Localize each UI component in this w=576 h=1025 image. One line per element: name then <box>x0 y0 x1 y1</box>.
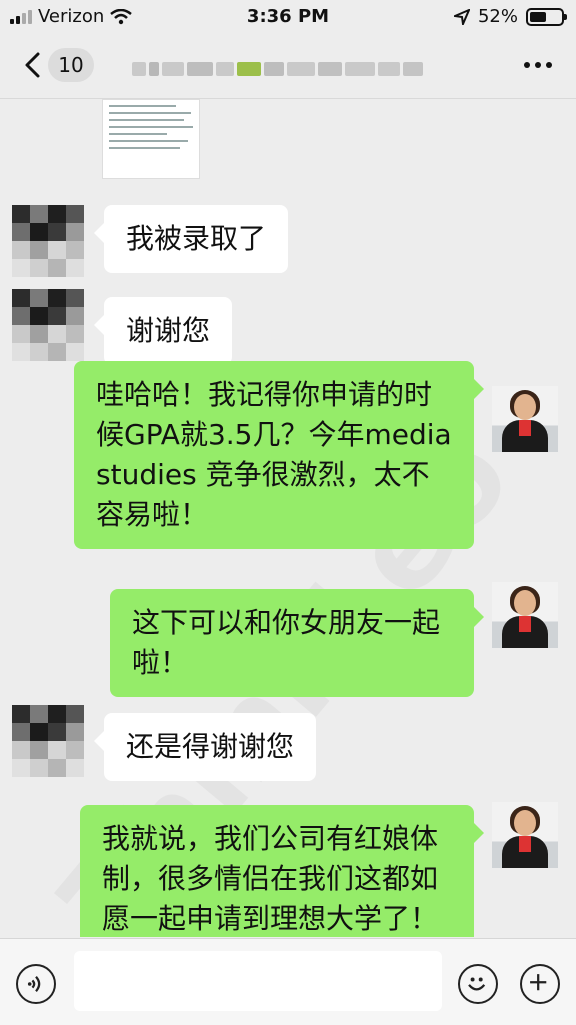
back-icon[interactable] <box>18 50 48 80</box>
message-bubble-incoming[interactable]: 谢谢您 <box>93 297 233 365</box>
contact-avatar[interactable] <box>12 705 84 777</box>
contact-avatar[interactable] <box>12 289 84 361</box>
message-bubble-outgoing[interactable]: 这下可以和你女朋友一起啦！ <box>110 589 484 697</box>
battery-icon <box>526 7 567 26</box>
agent-avatar[interactable] <box>492 386 558 452</box>
emoji-icon[interactable] <box>458 964 498 1004</box>
message-input[interactable] <box>74 951 442 1011</box>
chat-area[interactable]: ThinkLeo 我被录取了 谢谢您 哇哈哈！我记得你申请的时候GPA就3.5几… <box>0 99 576 937</box>
message-bubble-incoming[interactable]: 我被录取了 <box>93 205 289 273</box>
message-bubble-outgoing[interactable]: 哇哈哈！我记得你申请的时候GPA就3.5几？今年media studies 竞争… <box>74 361 484 549</box>
location-icon <box>453 8 470 25</box>
message-bubble-outgoing[interactable]: 我就说，我们公司有红娘体制，很多情侣在我们这都如愿一起申请到理想大学了！ <box>80 805 484 937</box>
shared-image-thumbnail[interactable] <box>102 99 200 179</box>
message-bubble-incoming[interactable]: 还是得谢谢您 <box>93 713 317 781</box>
plus-icon[interactable] <box>520 964 560 1004</box>
agent-avatar[interactable] <box>492 802 558 868</box>
chat-title-blurred <box>132 58 442 80</box>
battery-label: 52% <box>477 6 518 27</box>
agent-avatar[interactable] <box>492 582 558 648</box>
status-bar: Verizon 3:36 PM 52% <box>0 0 576 34</box>
voice-icon[interactable] <box>16 964 56 1004</box>
more-icon[interactable] <box>524 62 552 68</box>
input-bar <box>0 938 576 1025</box>
contact-avatar[interactable] <box>12 205 84 277</box>
unread-count-badge[interactable]: 10 <box>48 48 94 82</box>
chat-header: 10 <box>0 34 576 99</box>
status-right: 52% <box>453 6 567 27</box>
